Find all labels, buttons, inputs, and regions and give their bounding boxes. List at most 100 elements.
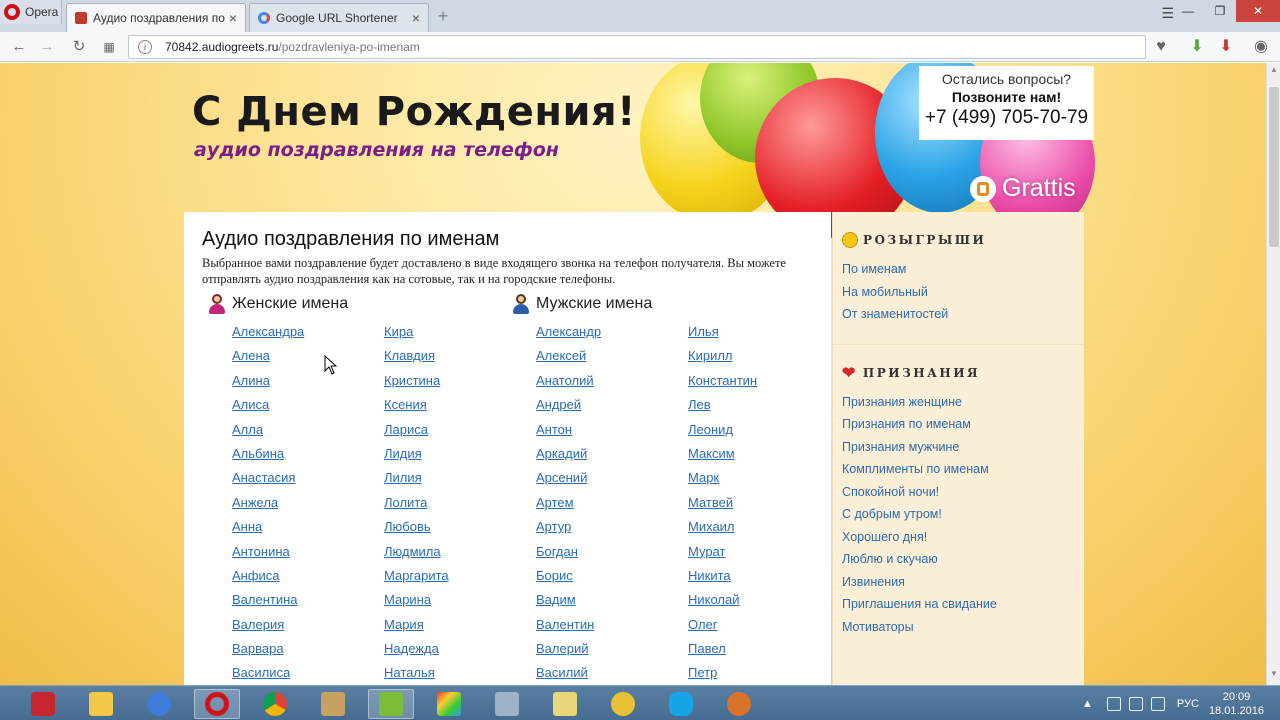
- female-name-link[interactable]: Любовь: [384, 519, 449, 543]
- volume-icon[interactable]: [1150, 696, 1165, 711]
- female-name-link[interactable]: Клавдия: [384, 348, 449, 372]
- male-name-link[interactable]: Константин: [688, 373, 757, 397]
- bookmark-heart-icon[interactable]: ♥: [1150, 37, 1172, 57]
- female-name-link[interactable]: Алла: [232, 422, 304, 446]
- close-tab-icon[interactable]: ×: [412, 10, 420, 26]
- female-name-link[interactable]: Мария: [384, 617, 449, 641]
- taskbar-webcam[interactable]: [600, 689, 646, 719]
- sidebar-link[interactable]: Признания по именам: [842, 417, 1084, 440]
- restore-icon[interactable]: ❐: [1204, 0, 1236, 22]
- female-name-link[interactable]: Валентина: [232, 592, 304, 616]
- account-icon[interactable]: ◉: [1250, 37, 1272, 57]
- sidebar-link[interactable]: Признания мужчине: [842, 440, 1084, 463]
- male-name-link[interactable]: Леонид: [688, 422, 757, 446]
- female-name-link[interactable]: Лилия: [384, 470, 449, 494]
- male-name-link[interactable]: Антон: [536, 422, 601, 446]
- back-icon[interactable]: ←: [10, 38, 28, 56]
- female-name-link[interactable]: Кристина: [384, 373, 449, 397]
- sidebar-link[interactable]: Спокойной ночи!: [842, 485, 1084, 508]
- taskbar-mail[interactable]: [136, 689, 182, 719]
- tray-expand-icon[interactable]: ▲: [1082, 698, 1093, 710]
- female-name-link[interactable]: Анфиса: [232, 568, 304, 592]
- close-tab-icon[interactable]: ×: [229, 10, 237, 26]
- male-name-link[interactable]: Анатолий: [536, 373, 601, 397]
- female-name-link[interactable]: Антонина: [232, 544, 304, 568]
- sidebar-link[interactable]: Люблю и скучаю: [842, 552, 1084, 575]
- clock[interactable]: 20:09 18.01.2016: [1209, 690, 1264, 718]
- male-name-link[interactable]: Матвей: [688, 495, 757, 519]
- male-name-link[interactable]: Арсений: [536, 470, 601, 494]
- sidebar-link[interactable]: С добрым утром!: [842, 507, 1084, 530]
- male-name-link[interactable]: Валерий: [536, 641, 601, 665]
- sidebar-link[interactable]: Приглашения на свидание: [842, 597, 1084, 620]
- male-name-link[interactable]: Павел: [688, 641, 757, 665]
- male-name-link[interactable]: Алексей: [536, 348, 601, 372]
- female-name-link[interactable]: Василиса: [232, 665, 304, 685]
- female-name-link[interactable]: Лариса: [384, 422, 449, 446]
- male-name-link[interactable]: Марк: [688, 470, 757, 494]
- male-name-link[interactable]: Кирилл: [688, 348, 757, 372]
- sidebar-link[interactable]: Комплименты по именам: [842, 462, 1084, 485]
- site-info-icon[interactable]: i: [138, 40, 152, 54]
- url-field[interactable]: 70842.audiogreets.ru/pozdravleniya-po-im…: [128, 35, 1146, 59]
- male-name-link[interactable]: Никита: [688, 568, 757, 592]
- male-name-link[interactable]: Богдан: [536, 544, 601, 568]
- sidebar-link[interactable]: Мотиваторы: [842, 620, 1084, 643]
- taskbar-files[interactable]: [542, 689, 588, 719]
- speed-dial-icon[interactable]: ▦: [100, 38, 118, 56]
- female-name-link[interactable]: Кира: [384, 324, 449, 348]
- opera-menu-button[interactable]: Opera: [0, 0, 62, 24]
- male-name-link[interactable]: Артем: [536, 495, 601, 519]
- sidebar-link[interactable]: По именам: [842, 262, 1084, 285]
- male-name-link[interactable]: Борис: [536, 568, 601, 592]
- taskbar-explorer[interactable]: [78, 689, 124, 719]
- scroll-down-icon[interactable]: ▼: [1267, 669, 1280, 683]
- page-scrollbar[interactable]: ▲ ▼: [1266, 63, 1280, 685]
- female-name-link[interactable]: Людмила: [384, 544, 449, 568]
- forward-icon[interactable]: →: [38, 38, 56, 56]
- reload-icon[interactable]: ↻: [70, 38, 88, 56]
- battery-icon[interactable]: [1128, 696, 1143, 711]
- male-name-link[interactable]: Артур: [536, 519, 601, 543]
- taskbar-calculator[interactable]: [484, 689, 530, 719]
- taskbar-media[interactable]: [716, 689, 762, 719]
- male-name-link[interactable]: Андрей: [536, 397, 601, 421]
- male-name-link[interactable]: Лев: [688, 397, 757, 421]
- male-name-link[interactable]: Петр: [688, 665, 757, 685]
- male-name-link[interactable]: Александр: [536, 324, 601, 348]
- male-name-link[interactable]: Вадим: [536, 592, 601, 616]
- tab-google-shortener[interactable]: Google URL Shortener ×: [249, 3, 429, 32]
- download-icon[interactable]: ⬇: [1215, 37, 1237, 57]
- scroll-up-icon[interactable]: ▲: [1267, 65, 1280, 79]
- female-name-link[interactable]: Александра: [232, 324, 304, 348]
- female-name-link[interactable]: Лидия: [384, 446, 449, 470]
- female-name-link[interactable]: Надежда: [384, 641, 449, 665]
- male-name-link[interactable]: Максим: [688, 446, 757, 470]
- taskbar-video-editor[interactable]: [426, 689, 472, 719]
- female-name-link[interactable]: Варвара: [232, 641, 304, 665]
- window-close-icon[interactable]: ✕: [1236, 0, 1280, 22]
- female-name-link[interactable]: Алена: [232, 348, 304, 372]
- sidebar-link[interactable]: Хорошего дня!: [842, 530, 1084, 553]
- taskbar-opera[interactable]: [194, 689, 240, 719]
- minimize-icon[interactable]: —: [1172, 0, 1204, 22]
- male-name-link[interactable]: Олег: [688, 617, 757, 641]
- female-name-link[interactable]: Анастасия: [232, 470, 304, 494]
- female-name-link[interactable]: Ксения: [384, 397, 449, 421]
- taskbar-skype[interactable]: [658, 689, 704, 719]
- taskbar-app-chart[interactable]: [368, 689, 414, 719]
- male-name-link[interactable]: Михаил: [688, 519, 757, 543]
- male-name-link[interactable]: Илья: [688, 324, 757, 348]
- sidebar-link[interactable]: От знаменитостей: [842, 307, 1084, 330]
- network-icon[interactable]: [1106, 696, 1121, 711]
- female-name-link[interactable]: Анжела: [232, 495, 304, 519]
- sidebar-link[interactable]: На мобильный: [842, 285, 1084, 308]
- female-name-link[interactable]: Маргарита: [384, 568, 449, 592]
- male-name-link[interactable]: Мурат: [688, 544, 757, 568]
- taskbar-installer[interactable]: [310, 689, 356, 719]
- female-name-link[interactable]: Наталья: [384, 665, 449, 685]
- male-name-link[interactable]: Аркадий: [536, 446, 601, 470]
- tab-audiogreets[interactable]: Аудио поздравления по ×: [66, 3, 246, 32]
- sidebar-link[interactable]: Извинения: [842, 575, 1084, 598]
- female-name-link[interactable]: Анна: [232, 519, 304, 543]
